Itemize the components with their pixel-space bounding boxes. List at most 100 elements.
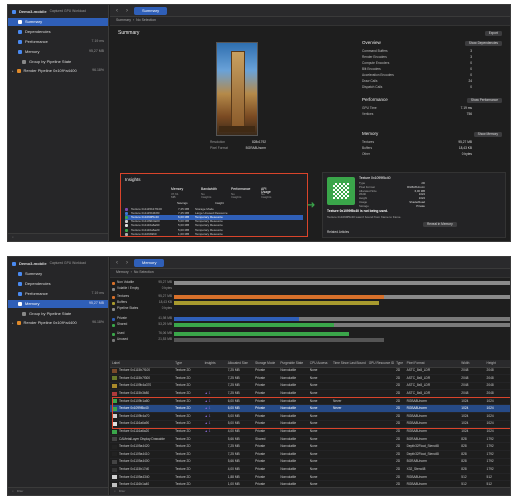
forward-icon[interactable]: › — [124, 260, 130, 266]
column-header[interactable]: Time Since Last Bound — [330, 360, 367, 368]
insight-badge[interactable]: ▲ 1 — [205, 421, 211, 425]
filter-icon[interactable]: ⌕ — [12, 490, 14, 493]
table-row[interactable]: Texture 0x1109a4340 Texture 2D 1,88 MB Priv… — [110, 473, 510, 482]
table-cell — [366, 374, 395, 383]
sidebar-item-group-by-pipeline[interactable]: Group by Pipeline State — [8, 58, 108, 66]
tab-summary[interactable]: Summary — [134, 6, 168, 15]
sidebar-item-render-pipeline[interactable]: ▸ Render Pipeline 0x109*a4400 96.18% — [8, 67, 108, 75]
table-row[interactable]: Texture 0x1109a4420 Texture 2D 7,25 MB Priv… — [110, 442, 510, 452]
disclosure-chevron-icon[interactable]: ▸ — [12, 69, 14, 73]
table-row[interactable]: Texture 0x1116a6a20 Texture 2D ▲ 1 4,00 MB P… — [110, 427, 510, 436]
savings-header[interactable]: Savings — [177, 202, 188, 205]
insight-header[interactable]: Insight — [215, 202, 224, 205]
table-cell — [366, 397, 395, 406]
sidebar-item-summary[interactable]: Summary — [8, 270, 108, 278]
reveal-in-memory-button[interactable]: Reveal in Memory — [423, 222, 457, 228]
column-header[interactable]: Insights — [202, 360, 226, 368]
back-icon[interactable]: ‹ — [114, 260, 120, 266]
column-header[interactable]: Type — [173, 360, 203, 368]
sidebar-item-memory[interactable]: Memory 95,27 MB — [8, 48, 108, 56]
column-header[interactable]: Storage Mode — [253, 360, 279, 368]
texture-thumb-icon — [125, 232, 128, 236]
resource-name: CAMetalLayer Display Drawable — [119, 436, 165, 441]
table-row[interactable]: Texture 0x1115b7f100 Texture 2D 7,25 MB Pri… — [110, 367, 510, 376]
table-cell: None — [307, 420, 331, 429]
back-icon[interactable]: ‹ — [114, 8, 120, 14]
column-header[interactable]: Height — [484, 360, 510, 368]
sidebar-item-performance[interactable]: Performance 7.19 ms — [8, 38, 108, 46]
column-header[interactable]: Pixel Format — [404, 360, 460, 368]
column-header[interactable]: Purgeable State — [278, 360, 308, 368]
column-header[interactable]: GPU Resource ID — [366, 360, 395, 368]
sidebar-item-performance[interactable]: Performance 7.19 ms — [8, 290, 108, 298]
table-filter-field[interactable]: Filter — [119, 490, 126, 493]
heap-row[interactable]: Pipeline States 0 bytes — [112, 306, 172, 312]
insight-row[interactable]: Texture 0x109b960 1,00 MB Temporary Resour… — [125, 232, 303, 236]
heap-row[interactable]: Unused 21,53 MB — [112, 337, 172, 343]
texture-thumb-icon — [112, 421, 117, 426]
column-header[interactable]: Label — [110, 360, 174, 368]
table-row[interactable]: Texture 0x1109b4a70 Texture 2D ▲ 1 5,00 MB P… — [110, 412, 510, 421]
column-header[interactable]: Width — [459, 360, 485, 368]
table-cell: ▲ 1 — [202, 389, 226, 398]
table-cell: Nonvolatile — [278, 404, 308, 414]
table-cell: Depth32Float_Stencil8 — [404, 442, 460, 452]
column-header[interactable]: Type — [394, 360, 405, 368]
disclosure-chevron-icon[interactable]: ▸ — [12, 321, 14, 325]
sidebar-project[interactable]: Demo3-mobile Captured GPU Workload — [8, 260, 108, 268]
table-row[interactable]: Texture 0x1115b17d0 Texture 2D 4,00 MB Priv… — [110, 465, 510, 474]
page-title: Summary — [118, 30, 140, 36]
column-header[interactable]: Allocated Size — [225, 360, 254, 368]
heap-bar — [174, 323, 334, 327]
insight-badge[interactable]: ▲ 1 — [205, 406, 211, 410]
export-button[interactable]: Export — [484, 31, 502, 37]
kv-value: 3 — [470, 49, 472, 53]
sidebar-filter-field[interactable]: Filter — [17, 490, 24, 493]
filter-icon[interactable]: ⌕ — [114, 490, 116, 493]
table-row[interactable]: Texture 0x1115b3b80 Texture 2D ▲ 1 7,25 MB P… — [110, 389, 510, 398]
table-cell — [330, 427, 367, 436]
table-row[interactable]: Texture 0x1109a4410 Texture 2D 7,25 MB Priv… — [110, 450, 510, 459]
insight-badge[interactable]: ▲ 1 — [205, 399, 211, 403]
show-performance-button[interactable]: Show Performance — [466, 98, 502, 104]
filter-icon[interactable]: ⌕ — [12, 236, 14, 239]
breadcrumb-summary[interactable]: Summary — [116, 19, 131, 23]
insight-badge[interactable]: ▲ 1 — [205, 429, 211, 433]
breadcrumb-memory[interactable]: Memory — [116, 271, 129, 275]
table-row[interactable]: CAMetalLayer Display Drawable Texture 2D 5… — [110, 435, 510, 444]
sidebar-project[interactable]: Demo3-mobile Captured GPU Workload — [8, 8, 108, 16]
table-cell: Private — [253, 382, 279, 391]
sidebar-item-group-by-pipeline[interactable]: Group by Pipeline State — [8, 310, 108, 318]
sidebar-item-dependencies[interactable]: Dependencies — [8, 280, 108, 288]
table-row[interactable]: Texture 0x1109a4400 Texture 2D 5,66 MB Priv… — [110, 458, 510, 467]
forward-icon[interactable]: › — [124, 8, 130, 14]
table-row[interactable]: Texture 0x1116a6a90 Texture 2D ▲ 1 5,00 MB P… — [110, 420, 510, 429]
insight-category-name[interactable]: Memory — [171, 187, 183, 191]
table-row[interactable]: Texture 0x1109b1a80 Texture 2D ▲ 1 6,00 MB P… — [110, 397, 510, 406]
show-dependencies-button[interactable]: Show Dependencies — [464, 41, 502, 47]
checker-icon — [333, 183, 349, 199]
table-cell: 2048 — [459, 367, 485, 376]
sidebar-item-dependencies[interactable]: Dependencies — [8, 28, 108, 36]
table-cell: Texture 0x1109b4a370 — [110, 382, 174, 391]
show-memory-button[interactable]: Show Memory — [473, 132, 502, 138]
tab-memory[interactable]: Memory — [134, 258, 165, 267]
sidebar-item-summary[interactable]: Summary — [8, 18, 108, 26]
kv-key: Vertices — [362, 112, 374, 116]
table-cell: 1024 — [459, 397, 485, 406]
heap-row[interactable]: Shared 53,29 MB — [112, 322, 172, 328]
insight-category-name[interactable]: Performance — [231, 187, 250, 191]
table-cell — [202, 442, 226, 452]
table-row[interactable]: Texture 0x1099f5c40 Texture 2D ▲ 1 6,00 MB P… — [110, 404, 510, 414]
column-header[interactable]: CPU Access — [307, 360, 331, 368]
table-cell: 1024 — [459, 420, 485, 429]
insight-badge[interactable]: ▲ 1 — [205, 414, 211, 418]
table-row[interactable]: Texture 0x1115b7f300 Texture 2D 7,25 MB Pri… — [110, 374, 510, 383]
sidebar-item-memory[interactable]: Memory 95,27 MB — [8, 300, 108, 308]
insight-badge[interactable]: ▲ 1 — [205, 391, 211, 395]
table-cell: Texture 0x1109a4410 — [110, 450, 174, 459]
table-row[interactable]: Texture 0x1109b4a370 Texture 2D 7,25 MB Pri… — [110, 382, 510, 391]
insight-category-name[interactable]: Bandwidth — [201, 187, 217, 191]
sidebar-item-render-pipeline[interactable]: ▸ Render Pipeline 0x109*a4400 96.18% — [8, 319, 108, 327]
heap-row[interactable]: Volatile / Empty 0 bytes — [112, 286, 172, 292]
